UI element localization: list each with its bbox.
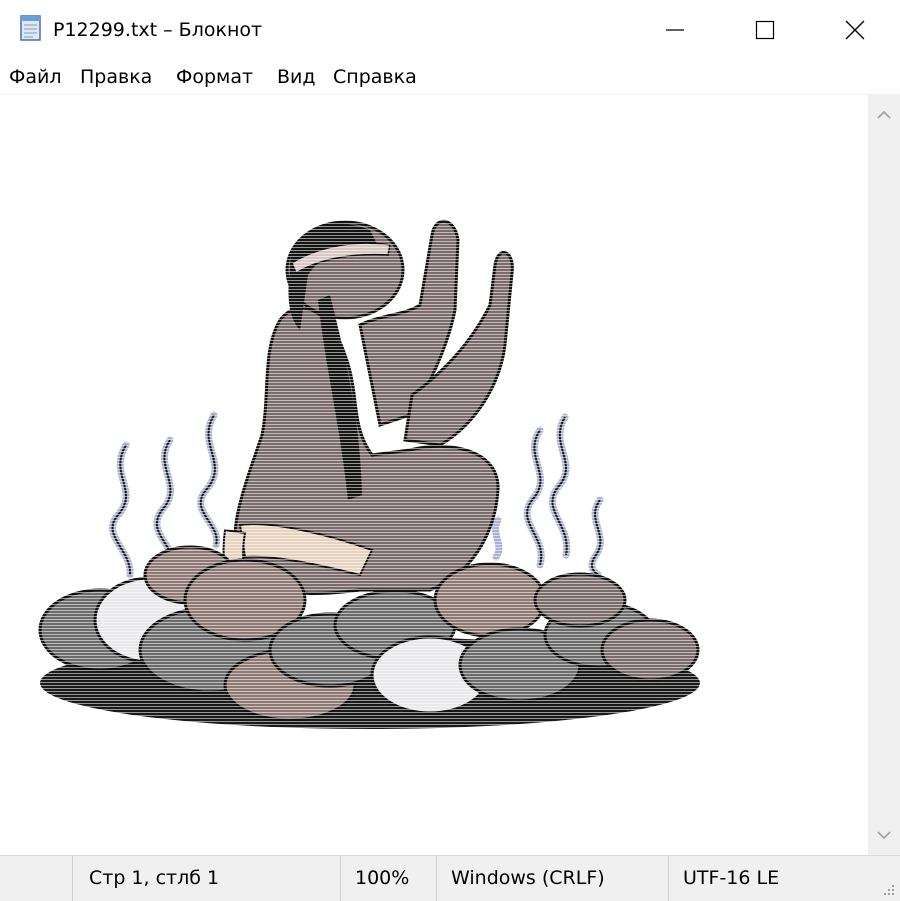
minimize-icon xyxy=(666,29,684,31)
encoding: UTF-16 LE xyxy=(668,856,900,901)
cursor-position: Стр 1, стлб 1 xyxy=(72,856,340,901)
line-endings: Windows (CRLF) xyxy=(436,856,668,901)
ascii-art-illustration xyxy=(0,95,868,855)
resize-grip-icon[interactable] xyxy=(882,883,896,897)
close-icon xyxy=(845,20,865,40)
minimize-button[interactable] xyxy=(630,0,720,60)
menu-edit[interactable]: Правка xyxy=(80,64,152,90)
status-bar: Стр 1, стлб 1 100% Windows (CRLF) UTF-16… xyxy=(0,855,900,901)
menu-help[interactable]: Справка xyxy=(333,64,417,90)
menu-bar: Файл Правка Формат Вид Справка xyxy=(0,60,900,95)
menu-view[interactable]: Вид xyxy=(277,64,316,90)
scroll-up-icon[interactable] xyxy=(876,107,892,123)
vertical-scrollbar[interactable] xyxy=(868,95,900,855)
maximize-icon xyxy=(755,20,775,40)
maximize-button[interactable] xyxy=(720,0,810,60)
text-editor[interactable] xyxy=(0,95,868,855)
zoom-level: 100% xyxy=(340,856,436,901)
scroll-down-icon[interactable] xyxy=(876,827,892,843)
menu-format[interactable]: Формат xyxy=(176,64,253,90)
window-title: P12299.txt – Блокнот xyxy=(53,19,263,41)
close-button[interactable] xyxy=(810,0,900,60)
title-bar: P12299.txt – Блокнот xyxy=(0,0,900,60)
notepad-icon xyxy=(20,15,41,41)
menu-file[interactable]: Файл xyxy=(9,64,62,90)
